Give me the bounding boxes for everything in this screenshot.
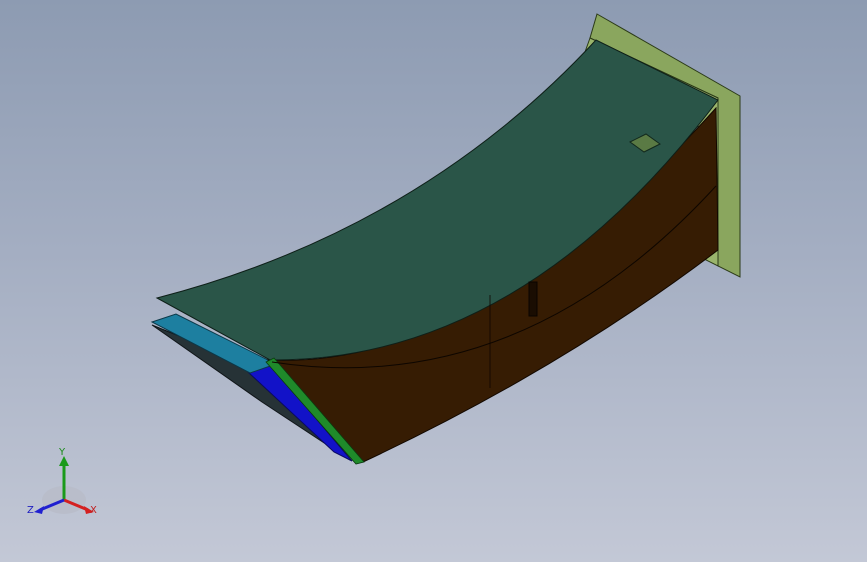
model-viewport[interactable]: Y X Z: [0, 0, 867, 562]
side-slot-feature: [528, 281, 538, 317]
z-axis-label: Z: [27, 505, 34, 516]
y-axis-label: Y: [59, 447, 66, 458]
horn-model[interactable]: [0, 0, 867, 562]
z-axis-arrow-icon: [34, 506, 44, 514]
axis-triad: Y X Z: [26, 448, 102, 522]
x-axis-label: X: [90, 505, 97, 516]
